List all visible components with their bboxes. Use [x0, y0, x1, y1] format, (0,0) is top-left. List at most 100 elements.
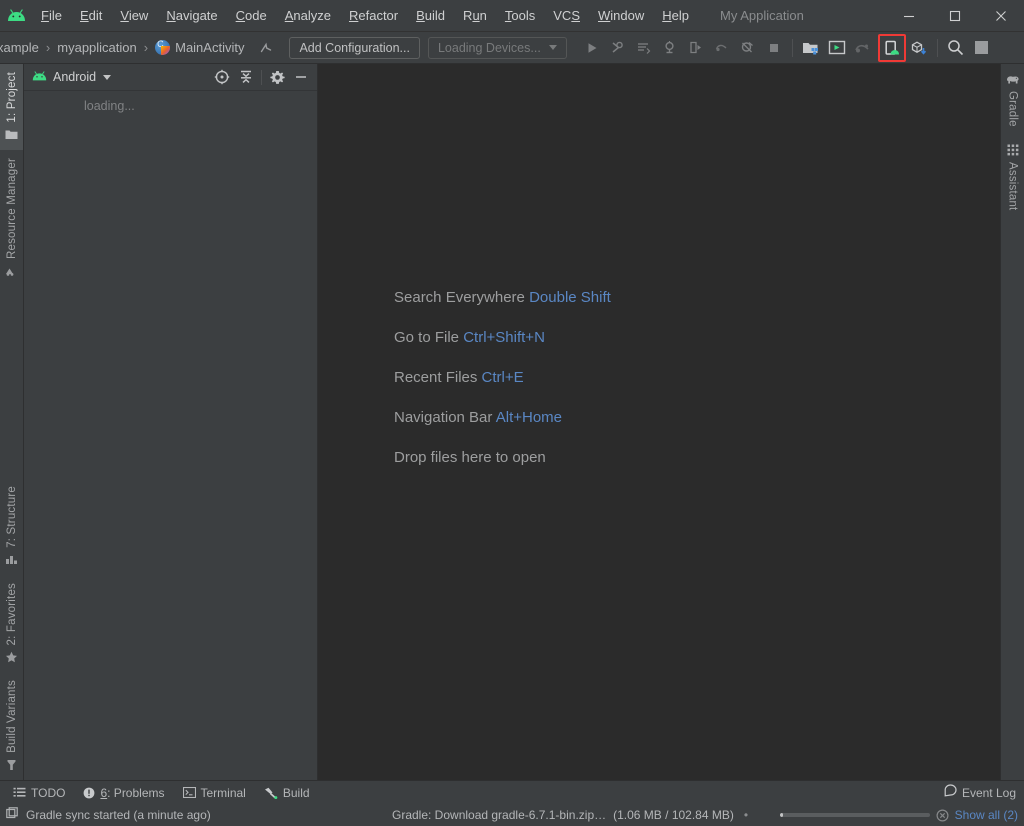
- tool-button-label: TODO: [31, 785, 66, 800]
- menu-item-label: n: [479, 8, 487, 23]
- toolbar-separator: [936, 38, 938, 57]
- profiler-icon[interactable]: [657, 35, 683, 61]
- project-tree[interactable]: loading...: [24, 91, 317, 780]
- sidebar-item-structure[interactable]: 7: Structure: [0, 478, 23, 575]
- tool-button-problems[interactable]: 6: Problems: [74, 784, 173, 802]
- editor-area[interactable]: Search Everywhere Double Shift Go to Fil…: [318, 64, 1000, 780]
- sidebar-item-project[interactable]: 1: Project: [0, 64, 23, 150]
- settings-gear-icon[interactable]: [265, 66, 289, 88]
- tool-button-terminal[interactable]: Terminal: [174, 784, 255, 802]
- sidebar-item-gradle[interactable]: Gradle: [1001, 64, 1024, 135]
- add-configuration-button[interactable]: Add Configuration...: [289, 36, 420, 59]
- run-with-coverage-icon[interactable]: [631, 35, 657, 61]
- menu-bar: File Edit View Navigate Code Analyze Ref…: [0, 0, 1024, 32]
- menu-mnemonic: C: [235, 8, 246, 23]
- sdk-update-icon[interactable]: [906, 35, 932, 61]
- tool-button-todo[interactable]: TODO: [4, 784, 74, 802]
- menu-mnemonic: W: [598, 8, 611, 23]
- status-message-group[interactable]: Gradle sync started (a minute ago): [6, 807, 211, 823]
- sdk-manager-icon[interactable]: [824, 35, 850, 61]
- sidebar-item-label: 2: Favorites: [5, 582, 18, 646]
- show-all-link[interactable]: Show all (2): [955, 808, 1018, 822]
- menu-item-tools[interactable]: Tools: [496, 5, 544, 26]
- window-title: My Application: [720, 8, 804, 23]
- sidebar-item-label: Assistant: [1006, 161, 1019, 211]
- menu-mnemonic: B: [416, 8, 425, 23]
- sidebar-item-favorites[interactable]: 2: Favorites: [0, 575, 23, 672]
- menu-item-run[interactable]: Run: [454, 5, 496, 26]
- menu-item-help[interactable]: Help: [653, 5, 698, 26]
- breadcrumb-item-module[interactable]: myapplication: [54, 38, 140, 57]
- sidebar-item-label: 1: Project: [5, 72, 18, 123]
- project-panel-header: Android: [24, 64, 317, 91]
- menu-item-build[interactable]: Build: [407, 5, 454, 26]
- menu-item-code[interactable]: Code: [227, 5, 276, 26]
- navigate-up-icon[interactable]: [253, 35, 279, 61]
- task-separator-dot: •: [743, 808, 749, 822]
- sidebar-item-label: Build Variants: [5, 680, 18, 753]
- event-log-button[interactable]: Event Log: [944, 783, 1024, 802]
- tool-button-build[interactable]: Build: [255, 784, 319, 802]
- menu-item-label: ile: [48, 8, 62, 23]
- menu-item-analyze[interactable]: Analyze: [276, 5, 340, 26]
- sidebar-item-resource-manager[interactable]: Resource Manager: [0, 150, 23, 286]
- hint-shortcut: Alt+Home: [495, 409, 563, 426]
- menu-item-label: uild: [424, 8, 446, 23]
- run-icon[interactable]: [579, 35, 605, 61]
- maximize-button[interactable]: [932, 0, 978, 32]
- breadcrumb-item-file[interactable]: MainActivity: [152, 38, 247, 57]
- chevron-down-icon[interactable]: [103, 74, 112, 80]
- menu-item-refactor[interactable]: Refactor: [340, 5, 407, 26]
- menu-item-vcs[interactable]: VCS: [544, 5, 589, 26]
- menu-item-navigate[interactable]: Navigate: [157, 5, 226, 26]
- avd-manager-icon[interactable]: [879, 35, 905, 61]
- android-studio-window: File Edit View Navigate Code Analyze Ref…: [0, 0, 1024, 826]
- hint-navigation-bar: Navigation Bar Alt+Home: [394, 408, 611, 428]
- background-task-status: Gradle: Download gradle-6.7.1-bin.zip… (…: [392, 808, 748, 822]
- breadcrumb-item-package[interactable]: xample: [0, 38, 42, 57]
- debug-icon[interactable]: [605, 35, 631, 61]
- event-log-icon: [944, 783, 957, 802]
- collapse-all-icon[interactable]: [234, 66, 258, 88]
- panel-separator: [261, 69, 262, 85]
- tool-button-label: 6: Problems: [100, 785, 165, 800]
- menu-item-window[interactable]: Window: [589, 5, 653, 26]
- hint-recent-files: Recent Files Ctrl+E: [394, 368, 611, 388]
- apply-changes-icon[interactable]: [683, 35, 709, 61]
- device-file-explorer-icon[interactable]: [798, 35, 824, 61]
- apply-code-changes-icon[interactable]: [709, 35, 735, 61]
- hint-action-label: Recent Files: [394, 369, 478, 386]
- sidebar-item-build-variants[interactable]: Build Variants: [0, 672, 23, 780]
- layout-inspector-icon[interactable]: [850, 35, 876, 61]
- ide-status-icon: [6, 807, 19, 823]
- build-hammer-icon: [264, 787, 278, 799]
- menu-item-view[interactable]: View: [111, 5, 157, 26]
- menu-item-label: efactor: [358, 8, 399, 23]
- menu-item-file[interactable]: File: [32, 5, 71, 26]
- hint-shortcut: Double Shift: [529, 289, 611, 306]
- close-button[interactable]: [978, 0, 1024, 32]
- sidebar-item-label: Gradle: [1006, 91, 1019, 127]
- search-icon[interactable]: [943, 35, 969, 61]
- tool-window-button-bar: TODO 6: Problems Terminal Build Event Lo…: [0, 780, 1024, 804]
- cancel-task-icon[interactable]: [936, 808, 949, 822]
- stop-icon[interactable]: [761, 35, 787, 61]
- left-stripe-bottom-group: 7: Structure 2: Favorites Build Variants: [0, 478, 23, 780]
- menu-item-edit[interactable]: Edit: [71, 5, 111, 26]
- hint-search-everywhere: Search Everywhere Double Shift: [394, 288, 611, 308]
- hide-panel-icon[interactable]: [289, 66, 313, 88]
- menu-item-label: ode: [245, 8, 267, 23]
- select-opened-file-icon[interactable]: [210, 66, 234, 88]
- breadcrumb-separator: ›: [45, 40, 51, 55]
- status-right-group: Show all (2): [779, 808, 1018, 822]
- problems-warning-icon: [83, 787, 95, 799]
- sidebar-item-assistant[interactable]: Assistant: [1001, 135, 1024, 218]
- device-selector-dropdown[interactable]: Loading Devices...: [427, 36, 567, 59]
- menu-mnemonic: R: [348, 8, 359, 23]
- attach-debugger-icon[interactable]: [735, 35, 761, 61]
- build-variants-icon: [5, 758, 18, 772]
- settings-icon[interactable]: [969, 35, 995, 61]
- minimize-button[interactable]: [886, 0, 932, 32]
- star-icon: [5, 650, 18, 664]
- project-view-selector-label[interactable]: Android: [53, 70, 96, 84]
